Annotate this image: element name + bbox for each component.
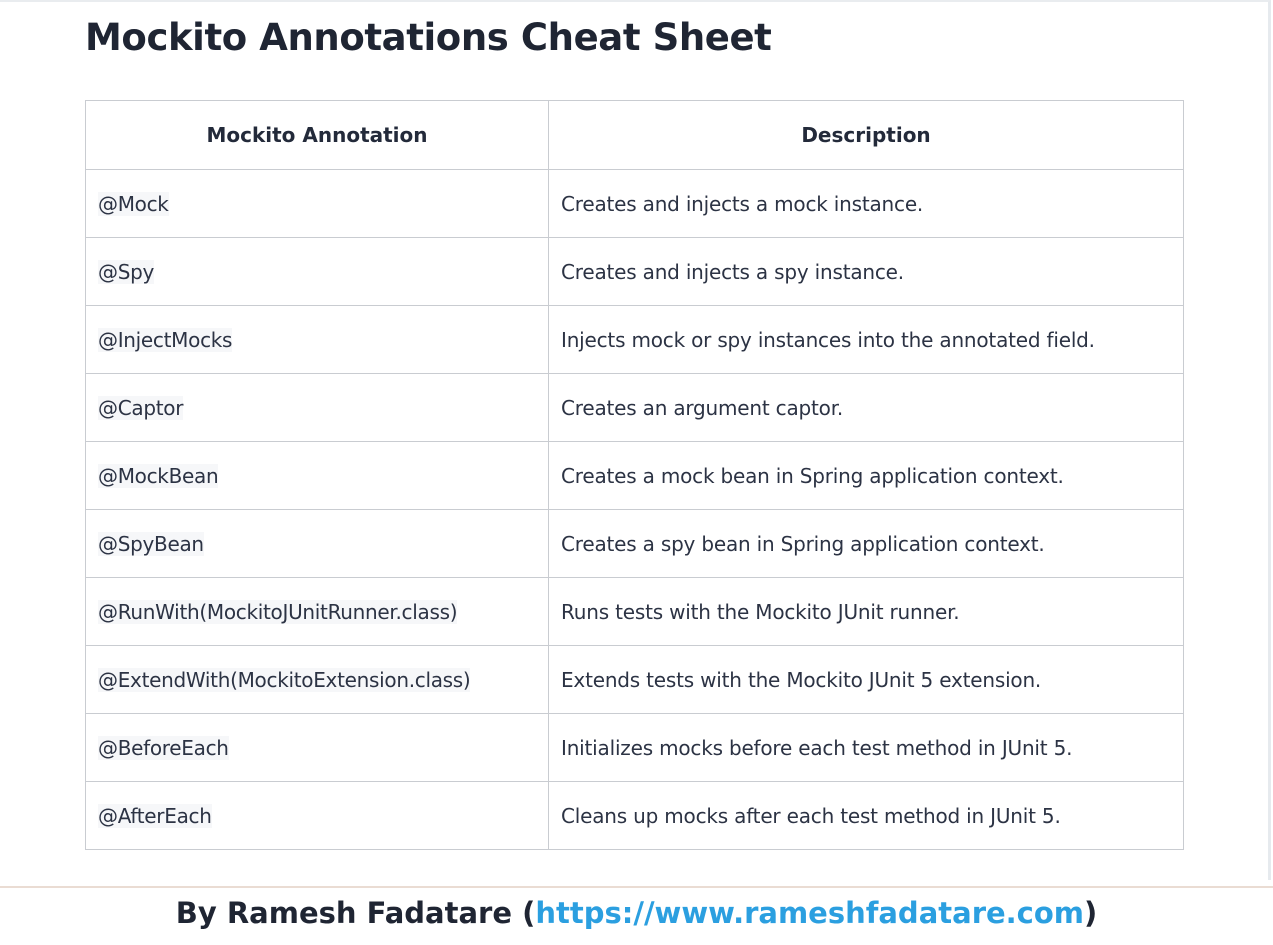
- description-cell: Creates a mock bean in Spring applicatio…: [548, 441, 1184, 510]
- column-header-annotation: Mockito Annotation: [85, 100, 549, 170]
- annotation-code: @ExtendWith(MockitoExtension.class): [98, 667, 471, 692]
- table-row: @AfterEach Cleans up mocks after each te…: [85, 781, 1184, 850]
- description-text: Injects mock or spy instances into the a…: [561, 327, 1095, 352]
- annotation-cell: @AfterEach: [85, 781, 549, 850]
- annotations-table: Mockito Annotation Description @Mock Cre…: [85, 100, 1184, 850]
- annotation-code: @RunWith(MockitoJUnitRunner.class): [98, 599, 458, 624]
- description-cell: Runs tests with the Mockito JUnit runner…: [548, 577, 1184, 646]
- description-cell: Initializes mocks before each test metho…: [548, 713, 1184, 782]
- annotation-code: @Captor: [98, 395, 184, 420]
- annotation-cell: @Captor: [85, 373, 549, 442]
- description-text: Runs tests with the Mockito JUnit runner…: [561, 599, 960, 624]
- author-suffix: ): [1084, 896, 1098, 930]
- annotation-cell: @Mock: [85, 169, 549, 238]
- annotation-cell: @ExtendWith(MockitoExtension.class): [85, 645, 549, 714]
- table-row: @Spy Creates and injects a spy instance.: [85, 237, 1184, 306]
- author-prefix: By Ramesh Fadatare (: [175, 896, 536, 930]
- description-cell: Creates a spy bean in Spring application…: [548, 509, 1184, 578]
- description-cell: Creates and injects a mock instance.: [548, 169, 1184, 238]
- table-row: @Mock Creates and injects a mock instanc…: [85, 169, 1184, 238]
- table-row: @RunWith(MockitoJUnitRunner.class) Runs …: [85, 577, 1184, 646]
- annotation-cell: @InjectMocks: [85, 305, 549, 374]
- description-text: Creates and injects a mock instance.: [561, 191, 924, 216]
- description-text: Cleans up mocks after each test method i…: [561, 803, 1061, 828]
- description-cell: Cleans up mocks after each test method i…: [548, 781, 1184, 850]
- description-text: Initializes mocks before each test metho…: [561, 735, 1073, 760]
- table-row: @InjectMocks Injects mock or spy instanc…: [85, 305, 1184, 374]
- table-row: @ExtendWith(MockitoExtension.class) Exte…: [85, 645, 1184, 714]
- page-title: Mockito Annotations Cheat Sheet: [85, 16, 772, 59]
- annotation-cell: @Spy: [85, 237, 549, 306]
- column-header-description: Description: [548, 100, 1184, 170]
- annotation-code: @Mock: [98, 191, 169, 216]
- annotation-cell: @MockBean: [85, 441, 549, 510]
- annotation-code: @AfterEach: [98, 803, 212, 828]
- annotation-cell: @BeforeEach: [85, 713, 549, 782]
- content-card: Mockito Annotations Cheat Sheet Mockito …: [0, 0, 1271, 880]
- annotation-cell: @SpyBean: [85, 509, 549, 578]
- author-footer: By Ramesh Fadatare (https://www.rameshfa…: [0, 886, 1273, 945]
- table-row: @BeforeEach Initializes mocks before eac…: [85, 713, 1184, 782]
- description-text: Creates a spy bean in Spring application…: [561, 531, 1045, 556]
- annotation-cell: @RunWith(MockitoJUnitRunner.class): [85, 577, 549, 646]
- annotation-code: @SpyBean: [98, 531, 204, 556]
- description-cell: Creates an argument captor.: [548, 373, 1184, 442]
- description-text: Creates an argument captor.: [561, 395, 844, 420]
- description-cell: Injects mock or spy instances into the a…: [548, 305, 1184, 374]
- description-text: Creates a mock bean in Spring applicatio…: [561, 463, 1064, 488]
- description-text: Extends tests with the Mockito JUnit 5 e…: [561, 667, 1042, 692]
- annotation-code: @BeforeEach: [98, 735, 229, 760]
- table-row: @Captor Creates an argument captor.: [85, 373, 1184, 442]
- description-cell: Creates and injects a spy instance.: [548, 237, 1184, 306]
- table-row: @MockBean Creates a mock bean in Spring …: [85, 441, 1184, 510]
- annotation-code: @InjectMocks: [98, 327, 233, 352]
- description-text: Creates and injects a spy instance.: [561, 259, 904, 284]
- annotation-code: @MockBean: [98, 463, 219, 488]
- description-cell: Extends tests with the Mockito JUnit 5 e…: [548, 645, 1184, 714]
- table-header-row: Mockito Annotation Description: [85, 100, 1184, 170]
- author-website-link[interactable]: https://www.rameshfadatare.com: [535, 896, 1084, 930]
- annotation-code: @Spy: [98, 259, 155, 284]
- table-row: @SpyBean Creates a spy bean in Spring ap…: [85, 509, 1184, 578]
